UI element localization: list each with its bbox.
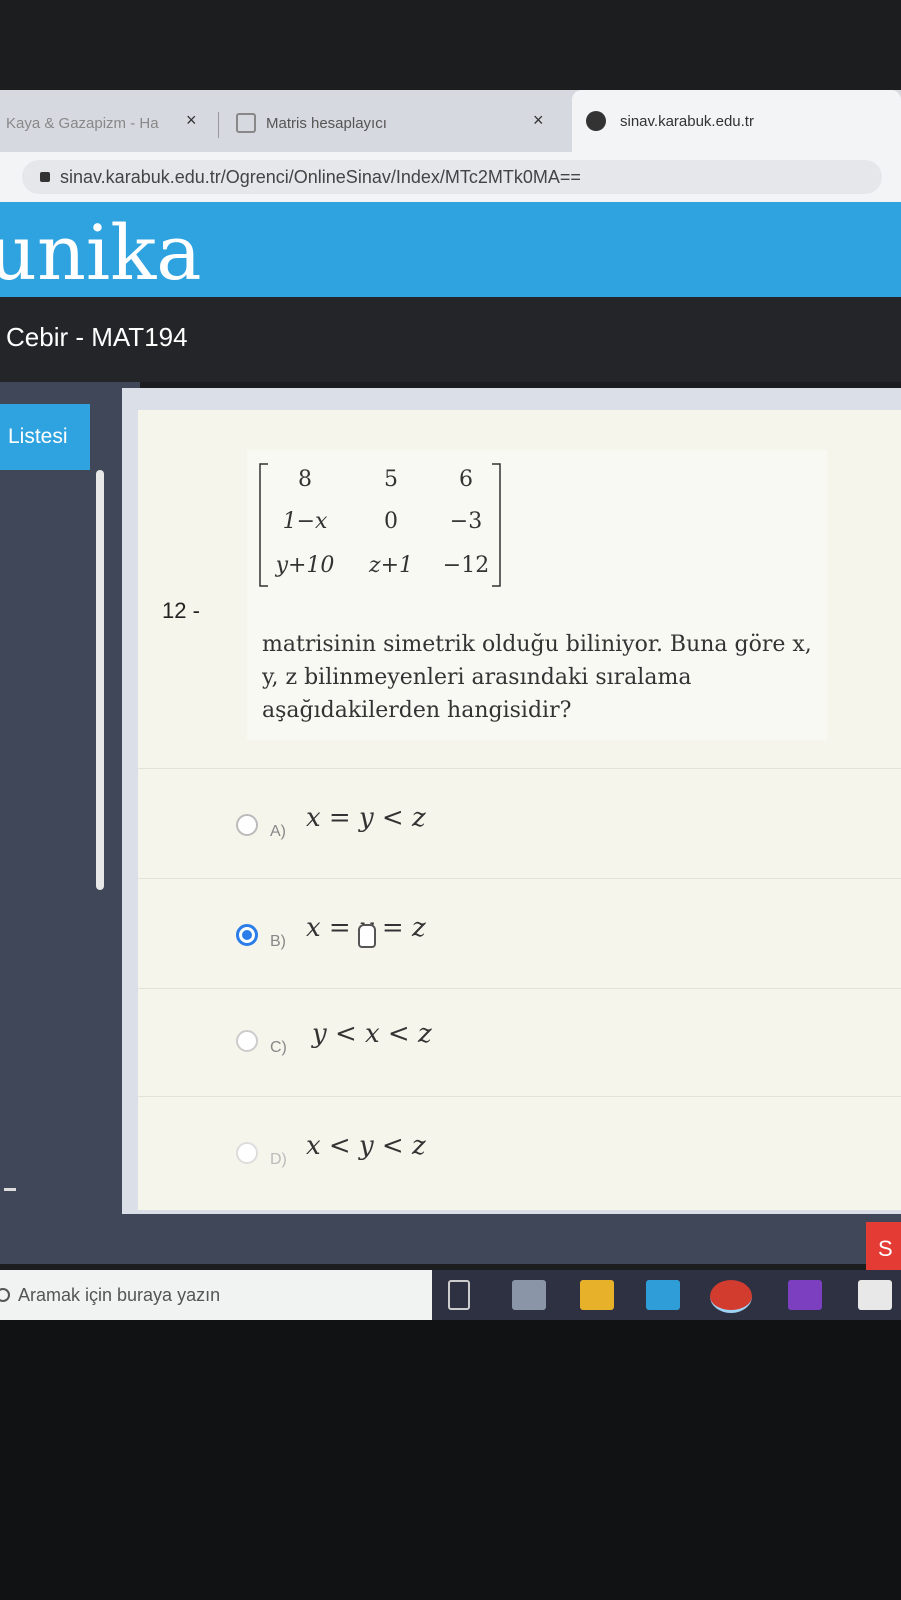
question-number: 12 - xyxy=(162,598,200,623)
url-text[interactable]: sinav.karabuk.edu.tr/Ogrenci/OnlineSinav… xyxy=(60,167,581,188)
option-letter: B) xyxy=(270,933,286,950)
tab-sinav-karabuk[interactable]: sinav.karabuk.edu.tr xyxy=(572,90,901,152)
matrix-cell: 0 xyxy=(384,509,398,534)
matrix-cell: 6 xyxy=(459,467,473,492)
option-text: x < y < z xyxy=(306,1131,426,1161)
mail-icon[interactable] xyxy=(646,1280,680,1310)
address-bar-area: sinav.karabuk.edu.tr/Ogrenci/OnlineSinav… xyxy=(0,152,901,202)
option-letter: C) xyxy=(270,1039,287,1056)
address-bar[interactable]: sinav.karabuk.edu.tr/Ogrenci/OnlineSinav… xyxy=(22,160,882,194)
calculator-icon xyxy=(236,113,256,133)
tab-label: Kaya & Gazapizm - Ha xyxy=(6,114,159,132)
hand-cursor-icon xyxy=(358,924,376,948)
matrix-cell: y+10 xyxy=(275,553,335,578)
option-text: x = y < z xyxy=(306,803,426,833)
question-list-button[interactable]: Listesi xyxy=(0,404,90,470)
sidebar-dash xyxy=(4,1188,16,1191)
visual-studio-code-icon[interactable] xyxy=(788,1280,822,1310)
matrix-left-bracket xyxy=(259,463,268,587)
answer-option-c[interactable]: C) y < x < z xyxy=(236,1018,686,1064)
divider xyxy=(138,1096,901,1097)
divider xyxy=(138,768,901,769)
divider xyxy=(138,878,901,879)
search-input[interactable]: Aramak için buraya yazın xyxy=(18,1285,220,1306)
matrix-cell: −3 xyxy=(450,509,482,534)
divider xyxy=(138,988,901,989)
scrollbar[interactable] xyxy=(96,470,104,890)
matrix-cell: 8 xyxy=(298,467,312,492)
globe-icon xyxy=(586,111,606,131)
option-letter: D) xyxy=(270,1151,287,1168)
tab-label: Matris hesaplayıcı xyxy=(266,114,387,132)
matrix-figure: 8 5 6 1−x 0 −3 y+10 z+1 −12 xyxy=(259,463,501,587)
matrix-cell: 1−x xyxy=(283,509,328,534)
tab-matris-hesaplayici[interactable]: Matris hesaplayıcı × xyxy=(228,98,568,148)
radio-button[interactable] xyxy=(236,814,258,836)
radio-button[interactable] xyxy=(236,1142,258,1164)
search-icon xyxy=(0,1288,10,1302)
radio-button-selected[interactable] xyxy=(236,924,258,946)
site-logo[interactable]: unika xyxy=(0,215,202,291)
answer-option-d[interactable]: D) x < y < z xyxy=(236,1130,686,1176)
lock-icon[interactable] xyxy=(40,172,50,182)
matrix-cell: −12 xyxy=(443,553,489,578)
footer-bar xyxy=(0,1214,901,1264)
answer-option-b[interactable]: B) x = y = z xyxy=(236,912,686,958)
monitor-bezel xyxy=(0,1320,901,1600)
matrix-cell: z+1 xyxy=(368,553,413,578)
close-icon[interactable]: × xyxy=(186,110,197,131)
matrix-cell: 5 xyxy=(384,467,398,492)
radio-button[interactable] xyxy=(236,1030,258,1052)
task-view-icon[interactable] xyxy=(448,1280,470,1310)
tab-separator xyxy=(218,112,219,138)
option-text: y < x < z xyxy=(312,1019,432,1049)
course-title: Cebir - MAT194 xyxy=(6,322,188,352)
file-explorer-icon[interactable] xyxy=(580,1280,614,1310)
browser-tab-strip: Kaya & Gazapizm - Ha × Matris hesaplayıc… xyxy=(0,90,901,152)
sidebar xyxy=(0,382,140,1237)
answer-option-a[interactable]: A) x = y < z xyxy=(236,802,686,848)
taskbar-search[interactable]: Aramak için buraya yazın xyxy=(0,1270,432,1320)
question-text: matrisinin simetrik olduğu biliniyor. Bu… xyxy=(262,632,812,723)
chrome-icon[interactable] xyxy=(710,1280,752,1313)
tab-label: sinav.karabuk.edu.tr xyxy=(620,112,754,130)
store-icon[interactable] xyxy=(858,1280,892,1310)
matrix-right-bracket xyxy=(492,463,501,587)
close-icon[interactable]: × xyxy=(533,110,544,131)
visual-studio-icon[interactable] xyxy=(512,1280,546,1310)
tab-kaya-gazapizm[interactable]: Kaya & Gazapizm - Ha × xyxy=(0,98,215,148)
option-letter: A) xyxy=(270,823,286,840)
